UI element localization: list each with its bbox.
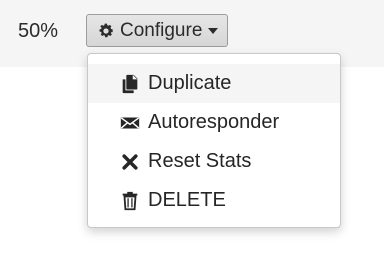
menu-item-label: Duplicate xyxy=(148,72,232,94)
copy-icon xyxy=(119,73,141,95)
page: 50% Configure Duplicate Autoresponder Re… xyxy=(0,0,384,264)
menu-item-label: DELETE xyxy=(148,189,226,211)
menu-item-label: Autoresponder xyxy=(148,111,280,133)
configure-button-label: Configure xyxy=(120,19,203,41)
menu-item-reset-stats[interactable]: Reset Stats xyxy=(88,142,340,181)
menu-item-label: Reset Stats xyxy=(148,150,252,172)
menu-item-autoresponder[interactable]: Autoresponder xyxy=(88,103,340,142)
envelope-icon xyxy=(119,112,141,134)
close-icon xyxy=(119,151,141,173)
configure-button[interactable]: Configure xyxy=(86,14,228,47)
progress-percent: 50% xyxy=(18,20,59,42)
menu-item-delete[interactable]: DELETE xyxy=(88,181,340,220)
caret-down-icon xyxy=(208,27,219,34)
configure-dropdown-menu: Duplicate Autoresponder Reset Stats DELE… xyxy=(87,53,341,228)
trash-icon xyxy=(119,190,141,212)
gear-icon xyxy=(97,22,115,40)
menu-item-duplicate[interactable]: Duplicate xyxy=(88,64,340,103)
